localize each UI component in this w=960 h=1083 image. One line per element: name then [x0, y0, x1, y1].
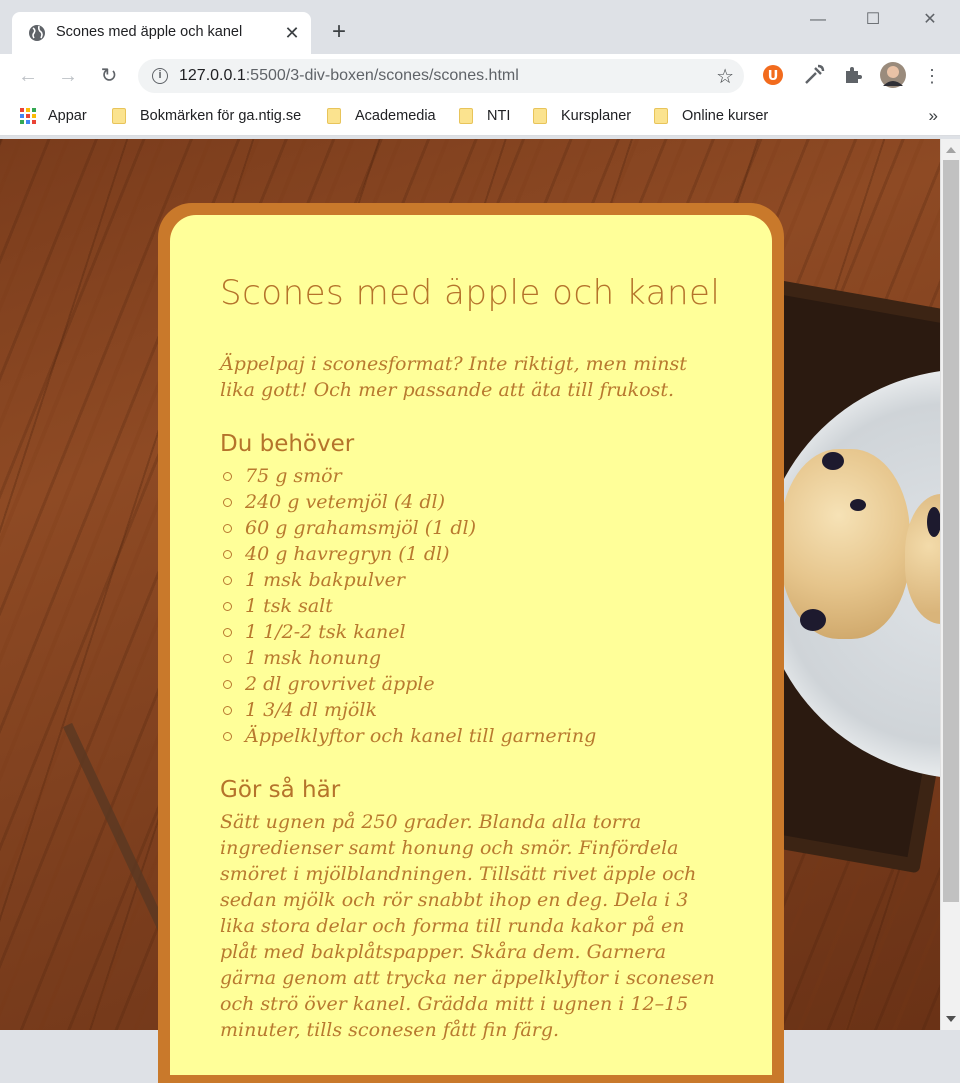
- recipe-steps: Sätt ugnen på 250 grader. Blanda alla to…: [220, 811, 715, 1041]
- new-tab-button[interactable]: +: [326, 20, 352, 46]
- bookmark-label: Academedia: [355, 108, 436, 124]
- folder-icon: [327, 108, 341, 124]
- extension-u-icon[interactable]: U: [761, 63, 785, 87]
- close-tab-icon[interactable]: ✕: [282, 23, 302, 43]
- browser-tab[interactable]: Scones med äpple och kanel ✕: [12, 12, 311, 54]
- more-bookmarks-button[interactable]: »: [929, 106, 938, 126]
- page-scrollbar[interactable]: [940, 139, 960, 1030]
- url-text[interactable]: 127.0.0.1:5500/3-div-boxen/scones/scones…: [179, 67, 519, 85]
- blueberry: [822, 452, 844, 470]
- bookmark-folder[interactable]: Online kurser: [654, 106, 768, 126]
- tab-strip: Scones med äpple och kanel ✕ + — ☐ ✕: [0, 0, 960, 54]
- apps-grid-icon: [20, 108, 36, 124]
- folder-icon: [112, 108, 126, 124]
- recipe-card: Scones med äpple och kanel Äppelpaj i sc…: [170, 215, 772, 1075]
- bookmark-folder[interactable]: Academedia: [327, 106, 436, 126]
- bookmark-folder[interactable]: Kursplaner: [533, 106, 631, 126]
- url-host: 127.0.0.1: [179, 67, 246, 84]
- folder-icon: [459, 108, 473, 124]
- scone: [780, 449, 910, 639]
- ingredient-item: 1 tsk salt: [220, 593, 720, 619]
- ingredient-item: 240 g vetemjöl (4 dl): [220, 489, 720, 515]
- menu-kebab-icon[interactable]: ⋮: [918, 62, 946, 90]
- folder-icon: [654, 108, 668, 124]
- svg-text:U: U: [768, 69, 779, 84]
- blueberry: [850, 499, 866, 511]
- minimize-icon[interactable]: —: [806, 8, 830, 32]
- browser-toolbar: ← → ↻ i 127.0.0.1:5500/3-div-boxen/scone…: [0, 54, 960, 98]
- recipe-content: Scones med äpple och kanel Äppelpaj i sc…: [220, 265, 720, 1043]
- ingredient-item: 75 g smör: [220, 463, 720, 489]
- bookmark-label: NTI: [487, 108, 511, 124]
- profile-avatar[interactable]: [880, 62, 906, 88]
- bookmark-label: Bokmärken för ga.ntig.se: [140, 108, 302, 124]
- bookmark-label: Appar: [48, 108, 87, 124]
- bookmark-folder[interactable]: Bokmärken för ga.ntig.se: [112, 106, 301, 126]
- eyedropper-icon[interactable]: [802, 63, 826, 87]
- blueberry: [927, 507, 940, 537]
- scroll-up-arrow-icon[interactable]: [946, 147, 956, 153]
- info-icon[interactable]: i: [152, 68, 168, 84]
- ingredient-item: 1 1/2-2 tsk kanel: [220, 619, 720, 645]
- ingredient-item: 2 dl grovrivet äpple: [220, 671, 720, 697]
- reload-button[interactable]: ↻: [95, 62, 123, 90]
- folder-icon: [533, 108, 547, 124]
- bookmarks-bar: Appar Bokmärken för ga.ntig.se Academedi…: [0, 98, 960, 136]
- bookmark-folder[interactable]: NTI: [459, 106, 510, 126]
- tab-title: Scones med äpple och kanel: [56, 24, 243, 40]
- steps-heading: Gör så här: [220, 777, 341, 803]
- address-bar[interactable]: i 127.0.0.1:5500/3-div-boxen/scones/scon…: [138, 59, 744, 93]
- ingredient-item: Äppelklyftor och kanel till garnering: [220, 723, 720, 749]
- ingredient-item: 1 msk bakpulver: [220, 567, 720, 593]
- scroll-thumb[interactable]: [943, 160, 959, 902]
- bookmark-apps[interactable]: Appar: [20, 106, 87, 126]
- ingredient-item: 1 3/4 dl mjölk: [220, 697, 720, 723]
- scroll-down-arrow-icon[interactable]: [946, 1016, 956, 1022]
- window-close-icon[interactable]: ✕: [918, 8, 942, 32]
- bookmark-label: Online kurser: [682, 108, 769, 124]
- forward-button[interactable]: →: [54, 62, 82, 90]
- extensions-puzzle-icon[interactable]: [841, 63, 865, 87]
- ingredients-heading: Du behöver: [220, 431, 355, 457]
- blueberry: [800, 609, 826, 631]
- ingredient-item: 40 g havregryn (1 dl): [220, 541, 720, 567]
- bookmark-star-icon[interactable]: ☆: [716, 64, 734, 89]
- page-title: Scones med äpple och kanel: [220, 273, 721, 313]
- back-button[interactable]: ←: [14, 62, 42, 90]
- ingredient-item: 60 g grahamsmjöl (1 dl): [220, 515, 720, 541]
- bookmark-label: Kursplaner: [561, 108, 632, 124]
- ingredients-list: 75 g smör 240 g vetemjöl (4 dl) 60 g gra…: [220, 463, 720, 749]
- ingredient-item: 1 msk honung: [220, 645, 720, 671]
- maximize-icon[interactable]: ☐: [861, 8, 885, 32]
- url-path: :5500/3-div-boxen/scones/scones.html: [245, 67, 519, 84]
- recipe-intro: Äppelpaj i sconesformat? Inte riktigt, m…: [220, 353, 687, 401]
- globe-icon: [29, 25, 45, 41]
